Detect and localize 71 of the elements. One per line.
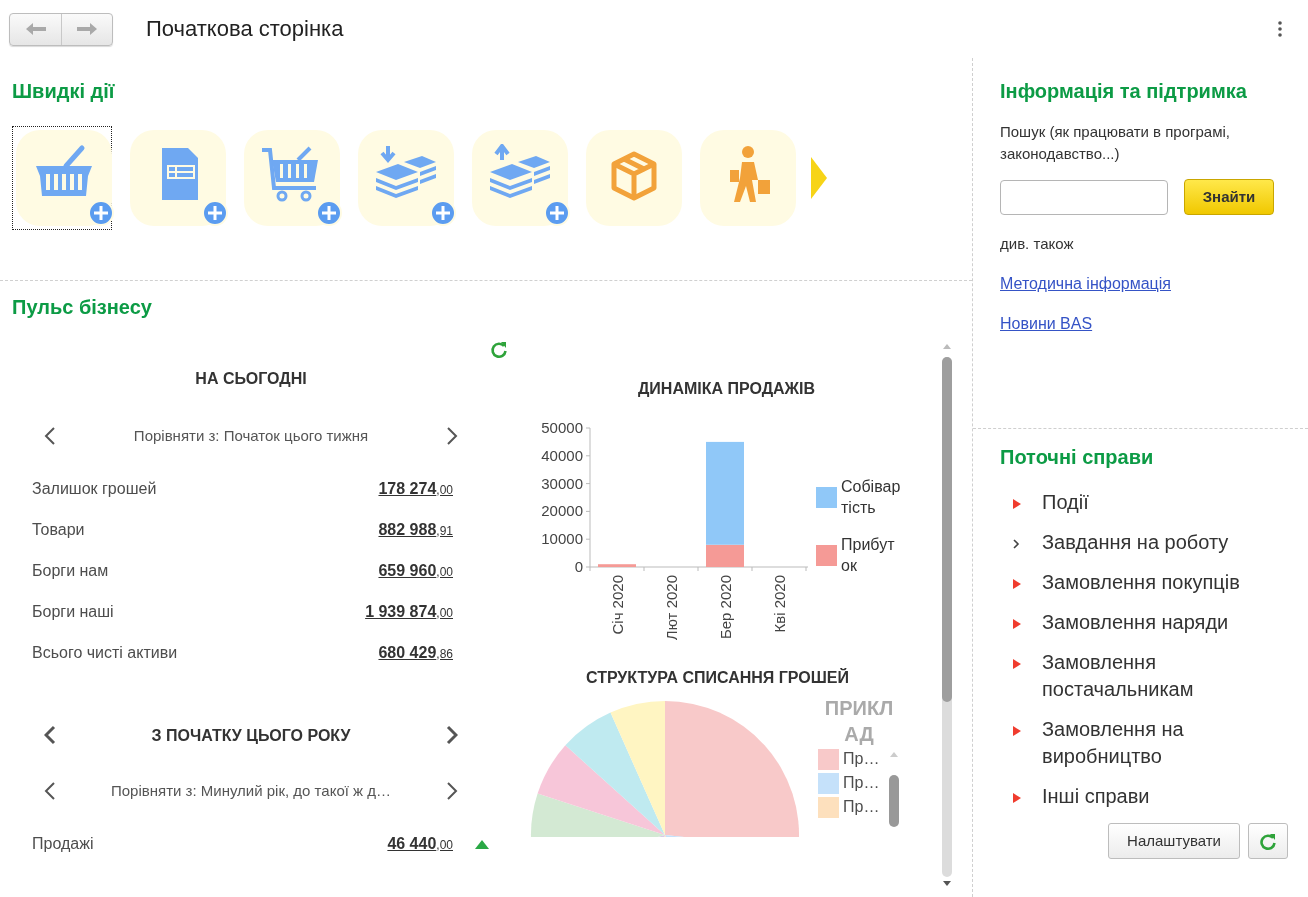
compare-period-label: Порівняти з: Початок цього тижня [133,425,369,446]
compare-period-label: Порівняти з: Минулий рік, до такої ж д… [110,780,392,801]
task-link[interactable]: Події [1042,489,1282,516]
chart-title: СТРУКТУРА СПИСАННЯ ГРОШЕЙ [584,668,850,688]
task-link[interactable]: Замовлення наряди [1042,609,1282,636]
search-label: Пошук (як працювати в програмі, законодавство...) [1000,122,1232,164]
section-heading: Швидкі дії [12,79,116,103]
metric-value-link[interactable]: 659 960,00 [378,558,453,583]
back-arrow-icon [24,23,47,35]
chevron-left-icon [44,725,56,746]
page-title: Початкова сторінка [146,15,344,43]
axis-tick-label: 0 [574,558,583,576]
metric-value-link[interactable]: 1 939 874,00 [365,599,453,624]
forward-arrow-icon [76,23,98,35]
more-menu-icon[interactable] [1277,20,1283,38]
block-title: НА СЬОГОДНІ [194,369,308,389]
axis-tick-label: 50000 [541,419,583,437]
legend-title: ПРИКЛАД [823,696,895,748]
category-label: Лют 2020 [663,575,680,641]
axis-tick-label: 30000 [541,474,583,492]
chart-title: ДИНАМІКА ПРОДАЖІВ [636,379,817,399]
legend-label: Собівартість [841,477,901,519]
metric-label: Продажі [32,833,94,854]
legend-label: Пр… [843,797,880,818]
task-link[interactable]: Завдання на роботу [1042,529,1282,556]
category-label: Бер 2020 [717,575,734,640]
metric-label: Товари [32,519,85,540]
metric-label: Борги нам [32,560,109,581]
section-heading: Інформація та підтримка [1000,79,1248,103]
task-link[interactable]: Замовлення постачальникам [1042,649,1282,703]
settings-button[interactable]: Налаштувати [1108,823,1240,859]
legend-swatch [816,486,837,508]
next-arrow-icon[interactable] [810,156,828,200]
quick-action-tile[interactable] [12,126,112,230]
refresh-icon [490,341,508,359]
legend-label: Прибуток [841,535,896,577]
chevron-left-icon [44,426,56,447]
metric-label: Всього чисті активи [32,642,178,663]
axis-tick-label: 40000 [541,447,583,464]
metric-value-link[interactable]: 46 440,00 [387,831,453,856]
axis-tick-label: 20000 [541,502,583,520]
legend-label: Пр… [843,749,880,770]
chevron-right-icon [446,426,458,447]
metric-value-link[interactable]: 882 988,91 [378,517,453,542]
refresh-button[interactable] [1248,823,1288,859]
chevron-left-icon [44,781,56,802]
help-link[interactable]: Методична інформація [1000,271,1171,296]
refresh-button[interactable] [490,341,508,359]
chevron-right-icon [446,725,458,746]
axis-tick-label: 10000 [541,530,583,548]
find-button[interactable]: Знайти [1184,179,1274,215]
task-link[interactable]: Замовлення покупців [1042,569,1282,596]
category-label: Січ 2020 [609,575,626,635]
legend-swatch [816,544,837,566]
metric-label: Залишок грошей [32,478,157,499]
metric-value-link[interactable]: 680 429,86 [378,640,453,665]
legend-label: Пр… [843,773,880,794]
help-link[interactable]: Новини BAS [1000,311,1093,336]
metric-label: Борги наші [32,601,114,622]
see-also-label: див. також [1000,234,1075,254]
category-label: Кві 2020 [771,575,788,633]
bar [598,564,636,568]
refresh-icon [1259,832,1277,851]
section-heading: Пульс бізнесу [12,295,153,319]
chevron-right-icon [446,781,458,802]
section-heading: Поточні справи [1000,445,1155,469]
task-link[interactable]: Замовлення на виробництво [1042,716,1282,770]
task-link[interactable]: Інші справи [1042,783,1282,810]
block-title: З ПОЧАТКУ ЦЬОГО РОКУ [151,725,351,745]
search-field[interactable] [1000,179,1168,215]
metric-value-link[interactable]: 178 274,00 [378,476,453,501]
